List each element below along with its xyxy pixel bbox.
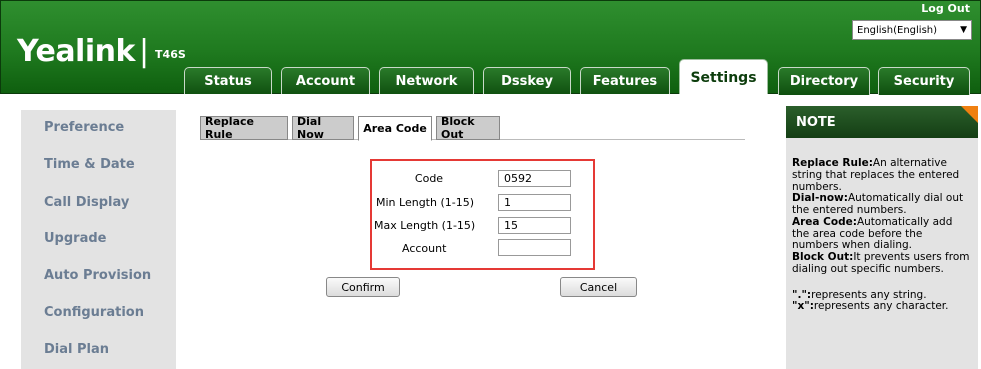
max-length-label: Max Length (1-15) — [374, 219, 476, 232]
min-length-input[interactable] — [498, 194, 571, 211]
sidebar-item-upgrade[interactable]: Upgrade — [44, 231, 106, 246]
header-bar: Yealink | T46S Log Out English(English) … — [0, 0, 981, 95]
sidebar-item-time-date[interactable]: Time & Date — [44, 157, 135, 172]
note-x: "x":represents any character. — [792, 300, 949, 313]
tab-security[interactable]: Security — [878, 67, 970, 95]
tab-dsskey[interactable]: Dsskey — [483, 67, 571, 95]
tab-directory[interactable]: Directory — [778, 67, 870, 95]
chevron-down-icon: ▼ — [960, 25, 967, 35]
sidebar-item-auto-provision[interactable]: Auto Provision — [44, 268, 151, 283]
note-spacer — [792, 276, 972, 290]
tab-features[interactable]: Features — [580, 67, 670, 95]
cancel-button[interactable]: Cancel — [560, 277, 637, 297]
subtab-block-out[interactable]: Block Out — [436, 115, 500, 141]
note-replace-rule: Replace Rule:An alternative string that … — [792, 157, 960, 193]
sidebar-item-call-display[interactable]: Call Display — [44, 195, 129, 210]
tab-network[interactable]: Network — [379, 67, 474, 95]
code-label: Code — [414, 172, 444, 185]
main-content: Replace Rule Dial Now Area Code Block Ou… — [176, 94, 778, 369]
confirm-button[interactable]: Confirm — [326, 277, 400, 297]
subtab-bar: Replace Rule Dial Now Area Code Block Ou… — [200, 115, 745, 141]
note-body: Replace Rule:An alternative string that … — [786, 138, 978, 369]
account-label: Account — [402, 242, 447, 255]
sidebar-item-configuration[interactable]: Configuration — [44, 305, 144, 320]
model-name: T46S — [155, 47, 186, 61]
note-corner-decoration — [961, 106, 978, 123]
sidebar: Preference Time & Date Call Display Upgr… — [0, 94, 176, 369]
main-tabs: Status Account Network Dsskey Features S… — [1, 59, 981, 95]
subtab-replace-rule[interactable]: Replace Rule — [200, 115, 288, 141]
note-panel: NOTE Replace Rule:An alternative string … — [778, 94, 981, 369]
subtab-dial-now[interactable]: Dial Now — [292, 115, 354, 141]
note-title: NOTE — [786, 106, 978, 138]
min-length-label: Min Length (1-15) — [376, 196, 475, 209]
note-area-code: Area Code:Automatically add the area cod… — [792, 215, 953, 252]
account-input[interactable] — [498, 239, 571, 256]
subtab-area-code[interactable]: Area Code — [358, 116, 432, 141]
sidebar-item-dial-plan[interactable]: Dial Plan — [44, 342, 109, 357]
language-select[interactable]: English(English) ▼ — [852, 20, 972, 40]
tab-status[interactable]: Status — [184, 67, 272, 95]
code-input[interactable] — [498, 170, 571, 187]
tab-account[interactable]: Account — [281, 67, 370, 95]
max-length-input[interactable] — [498, 217, 571, 234]
sidebar-item-preference[interactable]: Preference — [44, 120, 124, 135]
note-dial-now: Dial-now:Automatically dial out the ente… — [792, 192, 964, 216]
logout-link[interactable]: Log Out — [921, 2, 970, 15]
language-value: English(English) — [857, 24, 938, 36]
tab-settings[interactable]: Settings — [679, 59, 768, 95]
note-block-out: Block Out:It prevents users from dialing… — [792, 251, 970, 275]
